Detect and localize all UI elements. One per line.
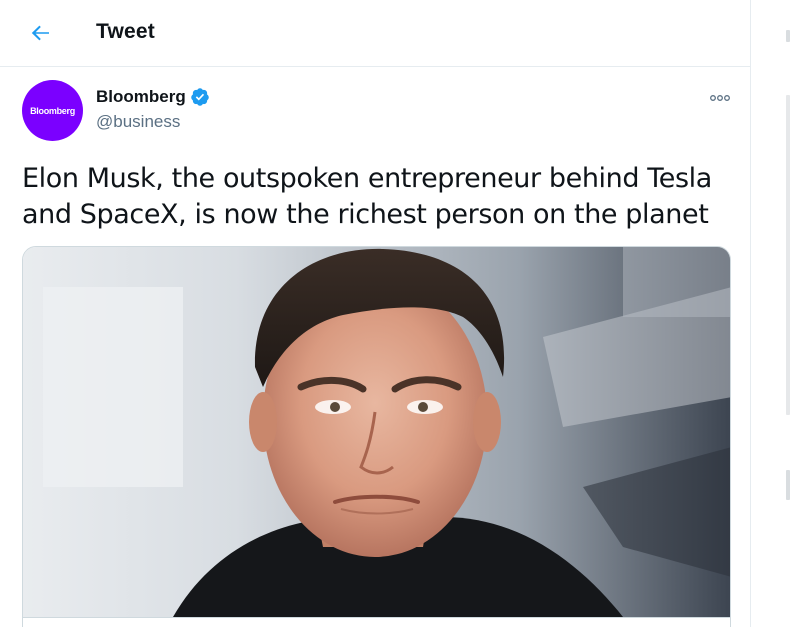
tweet-header: Tweet: [0, 0, 750, 67]
main-column: Tweet Bloomberg Bloomberg @business Elon…: [0, 0, 751, 627]
avatar-text: Bloomberg: [30, 105, 75, 116]
avatar[interactable]: Bloomberg: [22, 80, 83, 141]
photo-icon: [23, 247, 730, 617]
page-title: Tweet: [96, 20, 155, 43]
author-display-name[interactable]: Bloomberg: [96, 87, 186, 107]
tweet-text: Elon Musk, the outspoken entrepreneur be…: [22, 163, 712, 230]
more-options-icon: [710, 95, 730, 101]
sidebar-edge-mark: [786, 95, 790, 415]
verified-badge-icon: [190, 87, 210, 107]
author-name-row: Bloomberg: [96, 87, 210, 107]
sidebar-edge-mark: [786, 30, 790, 42]
photo-footer: [23, 617, 730, 627]
author-handle[interactable]: @business: [96, 112, 180, 132]
arrow-left-icon: [31, 25, 49, 41]
page: Tweet Bloomberg Bloomberg @business Elon…: [0, 0, 790, 627]
right-sidebar-edge: [751, 0, 790, 627]
back-button[interactable]: [22, 14, 60, 52]
sidebar-edge-mark: [786, 470, 790, 500]
more-options-button[interactable]: [704, 88, 736, 108]
tweet-photo[interactable]: [22, 246, 731, 627]
